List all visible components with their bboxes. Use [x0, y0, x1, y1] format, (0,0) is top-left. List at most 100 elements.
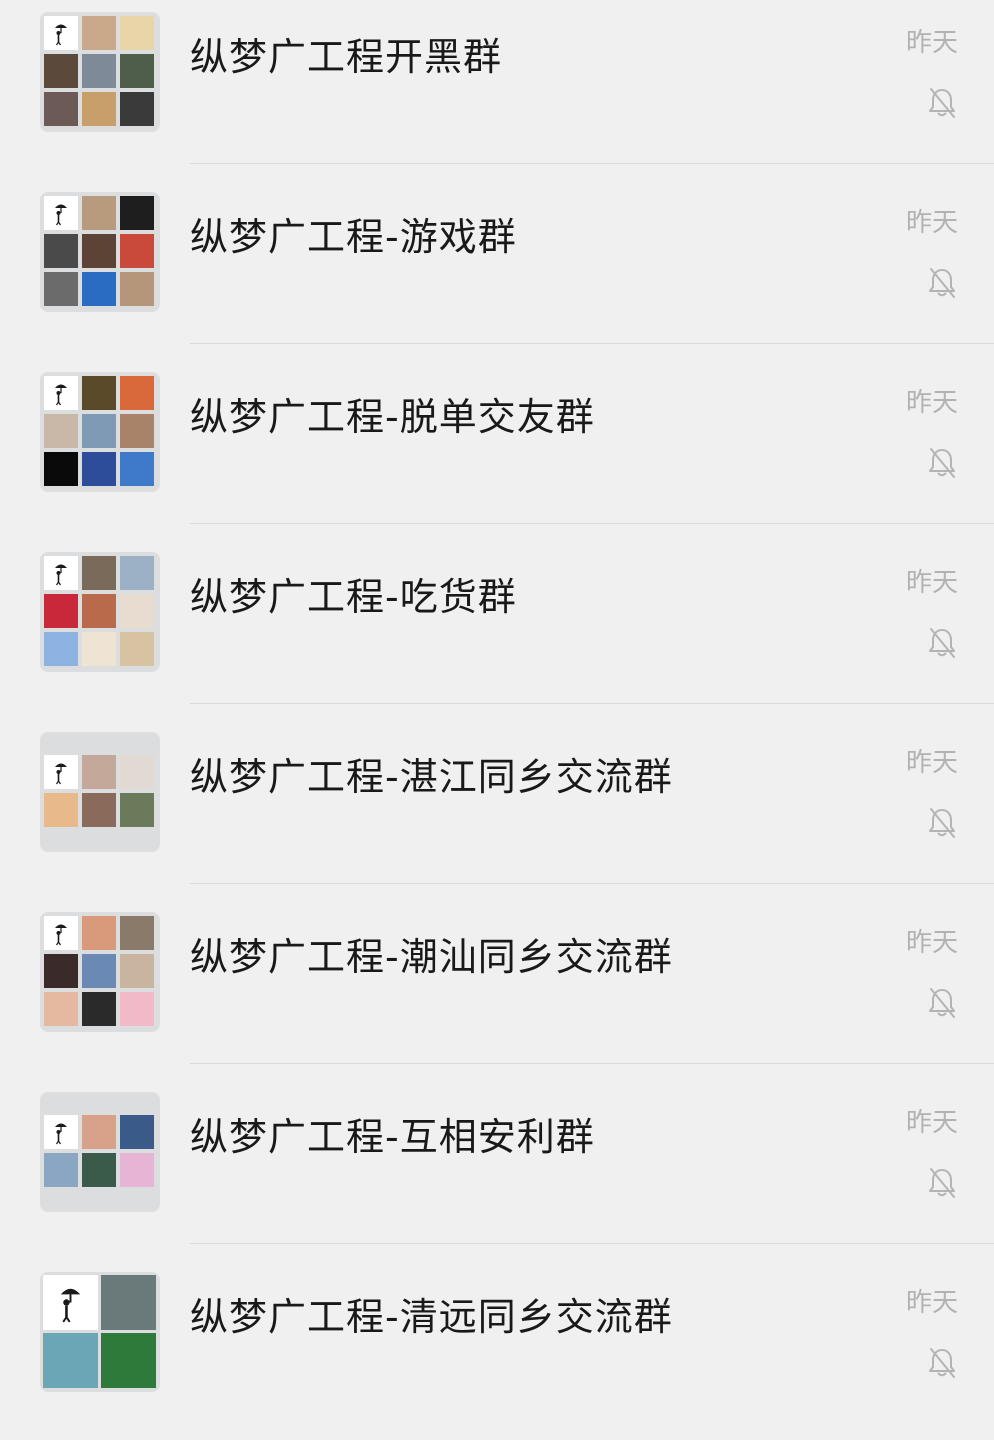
- member-avatar-tile: [120, 594, 154, 628]
- member-avatar-tile: [82, 1115, 116, 1149]
- bell-off-icon: [926, 626, 958, 660]
- chat-row[interactable]: 纵梦广工程-清远同乡交流群 昨天: [0, 1260, 994, 1440]
- chat-time: 昨天: [905, 208, 958, 238]
- member-avatar-tile: [82, 16, 116, 50]
- member-avatar-tile: [82, 92, 116, 126]
- member-avatar-tile: [44, 414, 78, 448]
- group-avatar[interactable]: [40, 1092, 160, 1212]
- row-divider: [190, 343, 994, 344]
- member-avatar-tile: [44, 632, 78, 666]
- member-avatar-tile: [43, 1275, 98, 1330]
- chat-row[interactable]: 纵梦广工程-湛江同乡交流群 昨天: [0, 720, 994, 900]
- member-avatar-tile: [120, 954, 154, 988]
- row-divider: [190, 523, 994, 524]
- member-avatar-tile: [120, 1153, 154, 1187]
- row-divider: [190, 703, 994, 704]
- chat-list: 纵梦广工程开黑群 昨天 纵梦广工程-游戏群 昨天 纵梦广工程-脱单交友群 昨天 纵梦广工程-…: [0, 0, 994, 1417]
- member-avatar-tile: [44, 1115, 78, 1149]
- member-avatar-tile: [120, 92, 154, 126]
- bell-off-icon: [926, 986, 958, 1020]
- chat-row[interactable]: 纵梦广工程-互相安利群 昨天: [0, 1080, 994, 1260]
- chat-title: 纵梦广工程-互相安利群: [190, 1115, 595, 1159]
- member-avatar-tile: [44, 1153, 78, 1187]
- row-divider: [190, 883, 994, 884]
- group-avatar[interactable]: [40, 732, 160, 852]
- member-avatar-tile: [120, 1115, 154, 1149]
- bell-off-icon: [926, 266, 958, 300]
- member-avatar-tile: [120, 16, 154, 50]
- chat-title: 纵梦广工程-清远同乡交流群: [190, 1295, 673, 1339]
- member-avatar-tile: [44, 16, 78, 50]
- row-divider: [190, 1243, 994, 1244]
- member-avatar-tile: [82, 954, 116, 988]
- chat-time: 昨天: [905, 388, 958, 418]
- chat-title: 纵梦广工程-吃货群: [190, 575, 517, 619]
- chat-title: 纵梦广工程-湛江同乡交流群: [190, 755, 673, 799]
- member-avatar-tile: [82, 1153, 116, 1187]
- member-avatar-tile: [44, 793, 78, 827]
- member-avatar-tile: [120, 234, 154, 268]
- chat-title: 纵梦广工程-游戏群: [190, 215, 517, 259]
- member-avatar-tile: [44, 452, 78, 486]
- member-avatar-tile: [82, 196, 116, 230]
- member-avatar-tile: [120, 556, 154, 590]
- member-avatar-tile: [82, 793, 116, 827]
- chat-time: 昨天: [905, 28, 958, 58]
- chat-row[interactable]: 纵梦广工程-吃货群 昨天: [0, 540, 994, 720]
- member-avatar-tile: [120, 414, 154, 448]
- member-avatar-tile: [82, 916, 116, 950]
- member-avatar-tile: [82, 556, 116, 590]
- member-avatar-tile: [82, 452, 116, 486]
- member-avatar-tile: [82, 755, 116, 789]
- member-avatar-tile: [120, 54, 154, 88]
- member-avatar-tile: [44, 594, 78, 628]
- group-avatar[interactable]: [40, 192, 160, 312]
- group-avatar[interactable]: [40, 1272, 160, 1392]
- row-divider: [190, 1063, 994, 1064]
- member-avatar-tile: [44, 992, 78, 1026]
- member-avatar-tile: [120, 452, 154, 486]
- bell-off-icon: [926, 806, 958, 840]
- chat-title: 纵梦广工程-潮汕同乡交流群: [190, 935, 673, 979]
- chat-row[interactable]: 纵梦广工程-游戏群 昨天: [0, 180, 994, 360]
- chat-title: 纵梦广工程开黑群: [190, 35, 503, 79]
- chat-row[interactable]: 纵梦广工程-潮汕同乡交流群 昨天: [0, 900, 994, 1080]
- chat-time: 昨天: [905, 1288, 958, 1318]
- member-avatar-tile: [44, 376, 78, 410]
- member-avatar-tile: [44, 755, 78, 789]
- bell-off-icon: [926, 446, 958, 480]
- member-avatar-tile: [120, 916, 154, 950]
- group-avatar[interactable]: [40, 372, 160, 492]
- member-avatar-tile: [82, 992, 116, 1026]
- member-avatar-tile: [44, 916, 78, 950]
- member-avatar-tile: [82, 594, 116, 628]
- member-avatar-tile: [120, 632, 154, 666]
- group-avatar[interactable]: [40, 552, 160, 672]
- member-avatar-tile: [82, 272, 116, 306]
- member-avatar-tile: [44, 234, 78, 268]
- member-avatar-tile: [44, 196, 78, 230]
- member-avatar-tile: [44, 92, 78, 126]
- member-avatar-tile: [101, 1275, 156, 1330]
- chat-time: 昨天: [905, 1108, 958, 1138]
- chat-time: 昨天: [905, 748, 958, 778]
- bell-off-icon: [926, 86, 958, 120]
- member-avatar-tile: [82, 54, 116, 88]
- chat-row[interactable]: 纵梦广工程开黑群 昨天: [0, 0, 994, 180]
- group-avatar[interactable]: [40, 912, 160, 1032]
- chat-row[interactable]: 纵梦广工程-脱单交友群 昨天: [0, 360, 994, 540]
- member-avatar-tile: [120, 376, 154, 410]
- member-avatar-tile: [82, 414, 116, 448]
- member-avatar-tile: [120, 196, 154, 230]
- group-avatar[interactable]: [40, 12, 160, 132]
- bell-off-icon: [926, 1346, 958, 1380]
- member-avatar-tile: [101, 1333, 156, 1388]
- member-avatar-tile: [120, 793, 154, 827]
- member-avatar-tile: [43, 1333, 98, 1388]
- member-avatar-tile: [120, 272, 154, 306]
- member-avatar-tile: [82, 376, 116, 410]
- chat-title: 纵梦广工程-脱单交友群: [190, 395, 595, 439]
- member-avatar-tile: [44, 272, 78, 306]
- bell-off-icon: [926, 1166, 958, 1200]
- member-avatar-tile: [44, 954, 78, 988]
